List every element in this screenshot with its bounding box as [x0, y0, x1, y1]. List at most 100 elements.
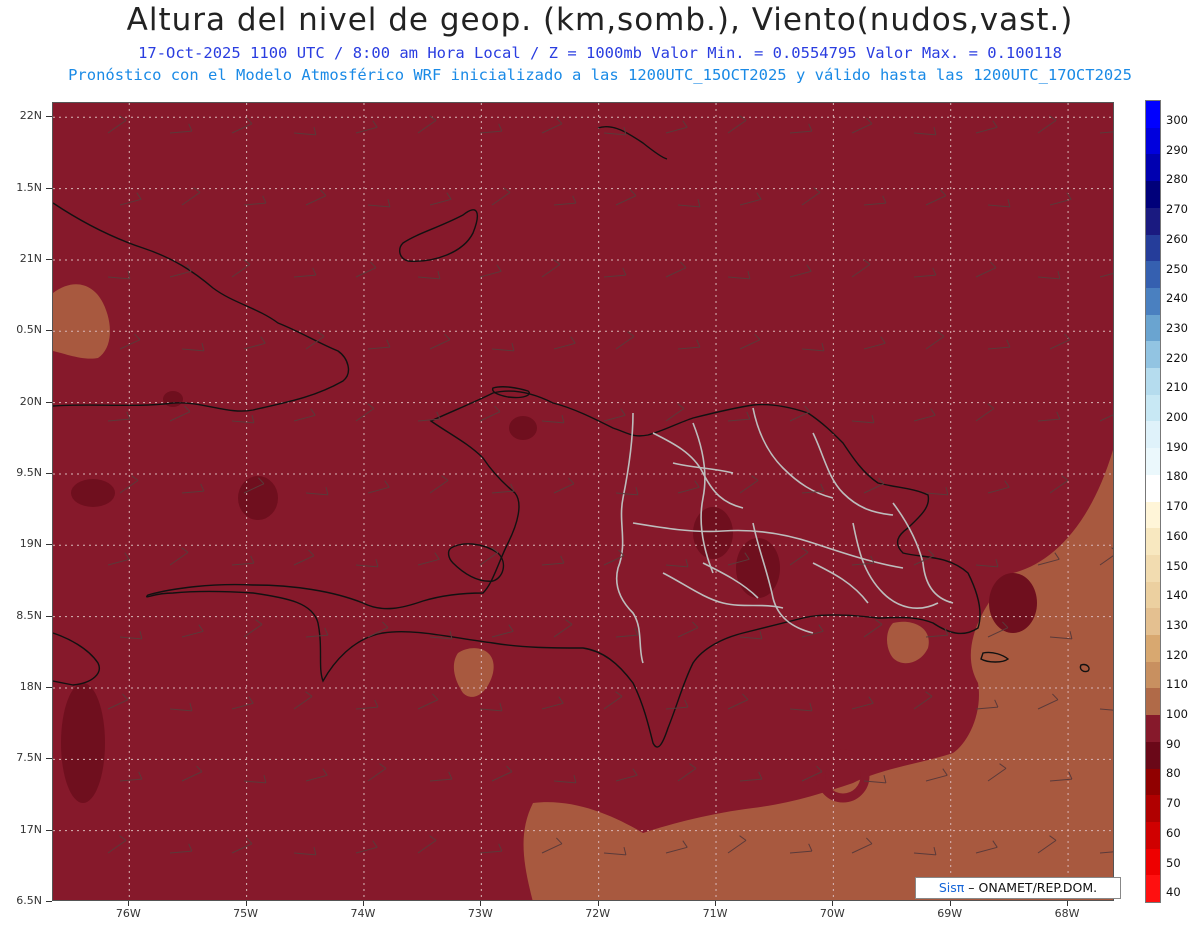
color-scale-segment	[1146, 554, 1160, 583]
latitude-tick	[46, 472, 52, 474]
color-scale-label: 230	[1166, 320, 1188, 335]
color-scale-label: 170	[1166, 499, 1188, 514]
dark-cell-cordillera-2	[736, 538, 780, 598]
color-scale-segment	[1146, 421, 1160, 449]
color-scale-bar	[1145, 100, 1161, 903]
color-scale-segment	[1146, 795, 1160, 823]
dark-cell-east	[989, 573, 1037, 633]
latitude-tick	[46, 258, 52, 260]
longitude-label: 74W	[350, 907, 376, 920]
color-scale-label: 110	[1166, 677, 1188, 692]
color-scale-segment	[1146, 394, 1160, 422]
color-scale-label: 100	[1166, 707, 1188, 721]
color-scale-segment	[1146, 608, 1160, 636]
longitude-tick	[362, 901, 364, 906]
color-scale-segment	[1146, 581, 1160, 609]
dark-cell-west-2	[238, 476, 278, 520]
sisp-brand: Sisπ	[938, 880, 965, 895]
latitude-tick	[46, 401, 52, 403]
color-scale-segment	[1146, 448, 1160, 476]
longitude-label: 76W	[115, 907, 141, 920]
latitude-label: 7.5N	[16, 751, 42, 765]
color-scale-label: 160	[1166, 528, 1188, 543]
longitude-label: 75W	[233, 907, 259, 920]
longitude-tick	[715, 901, 717, 906]
color-scale-label: 130	[1166, 617, 1188, 632]
latitude-label: 21N	[19, 251, 42, 265]
longitude-tick	[597, 901, 599, 906]
color-scale-label: 70	[1166, 796, 1181, 811]
color-scale-segment	[1146, 635, 1160, 663]
color-scale-label: 240	[1166, 291, 1188, 306]
color-scale-label: 190	[1166, 439, 1188, 454]
color-scale-label: 270	[1166, 202, 1188, 217]
color-scale-segment	[1146, 368, 1160, 396]
color-scale-segment	[1146, 341, 1160, 369]
latitude-tick	[46, 901, 52, 902]
map-canvas[interactable]	[53, 103, 1114, 901]
latitude-tick	[46, 187, 52, 189]
longitude-label: 70W	[819, 907, 845, 920]
latitude-label: 0.5N	[16, 323, 42, 337]
color-scale-segment	[1146, 154, 1160, 182]
map-frame[interactable]	[52, 102, 1114, 901]
color-scale-segment	[1146, 688, 1160, 716]
longitude-label: 72W	[585, 907, 611, 920]
color-scale-label: 50	[1166, 855, 1181, 870]
longitude-tick	[949, 901, 951, 906]
map-title: Altura del nivel de geop. (km,somb.), Vi…	[126, 2, 1074, 38]
latitude-label: 6.5N	[16, 894, 42, 907]
dark-cell-haiti-north	[509, 416, 537, 440]
latitude-tick	[46, 615, 52, 617]
onamet-text: – ONAMET/REP.DOM.	[968, 880, 1098, 895]
latitude-label: 22N	[19, 109, 42, 123]
longitude-label: 69W	[937, 907, 963, 920]
latitude-label: 1.5N	[16, 180, 42, 194]
color-scale-label: 40	[1166, 885, 1181, 900]
color-scale-segment	[1146, 314, 1160, 342]
color-scale-label: 180	[1166, 469, 1188, 484]
color-scale-label: 250	[1166, 261, 1188, 276]
color-scale-segment	[1146, 474, 1160, 502]
color-scale-label: 60	[1166, 825, 1181, 840]
color-scale-segment	[1146, 287, 1160, 316]
dark-cell-west-1	[71, 479, 115, 507]
longitude-label: 68W	[1054, 907, 1080, 920]
latitude-tick	[46, 829, 52, 831]
latitude-tick	[46, 544, 52, 546]
dark-cell-cuba	[163, 391, 183, 407]
color-scale-label: 290	[1166, 142, 1188, 157]
color-scale-label: 210	[1166, 380, 1188, 395]
longitude-tick	[480, 901, 482, 906]
color-scale-label: 200	[1166, 410, 1188, 424]
color-scale-label: 150	[1166, 558, 1188, 573]
longitude-tick	[1067, 901, 1069, 906]
onamet-logo: Sisπ – ONAMET/REP.DOM.	[915, 877, 1121, 899]
latitude-tick	[46, 758, 52, 760]
longitude-label: 71W	[702, 907, 728, 920]
color-scale-segment	[1146, 741, 1160, 769]
color-scale-segment	[1146, 207, 1160, 235]
longitude-label: 73W	[467, 907, 493, 920]
map-subtitle-valid-time: 17-Oct-2025 1100 UTC / 8:00 am Hora Loca…	[138, 44, 1062, 62]
dark-cell-southwest	[61, 683, 105, 803]
map-subtitle-model-info: Pronóstico con el Modelo Atmosférico WRF…	[68, 66, 1132, 84]
color-scale-label: 300	[1166, 113, 1188, 127]
latitude-label: 9.5N	[16, 465, 42, 479]
color-scale-segment	[1146, 101, 1160, 129]
color-scale-segment	[1146, 875, 1160, 903]
color-scale-segment	[1146, 501, 1160, 529]
color-scale-label: 120	[1166, 647, 1188, 662]
latitude-tick	[46, 330, 52, 332]
latitude-label: 8.5N	[16, 608, 42, 622]
color-scale-segment	[1146, 768, 1160, 796]
color-scale-label: 80	[1166, 766, 1181, 781]
dark-cell-cordillera-1	[693, 507, 733, 559]
latitude-tick	[46, 686, 52, 688]
color-scale-segment	[1146, 821, 1160, 850]
color-scale-label: 260	[1166, 231, 1188, 246]
longitude-tick	[245, 901, 247, 906]
color-scale-segment	[1146, 528, 1160, 556]
latitude-label: 19N	[19, 537, 42, 551]
color-scale-segment	[1146, 127, 1160, 155]
